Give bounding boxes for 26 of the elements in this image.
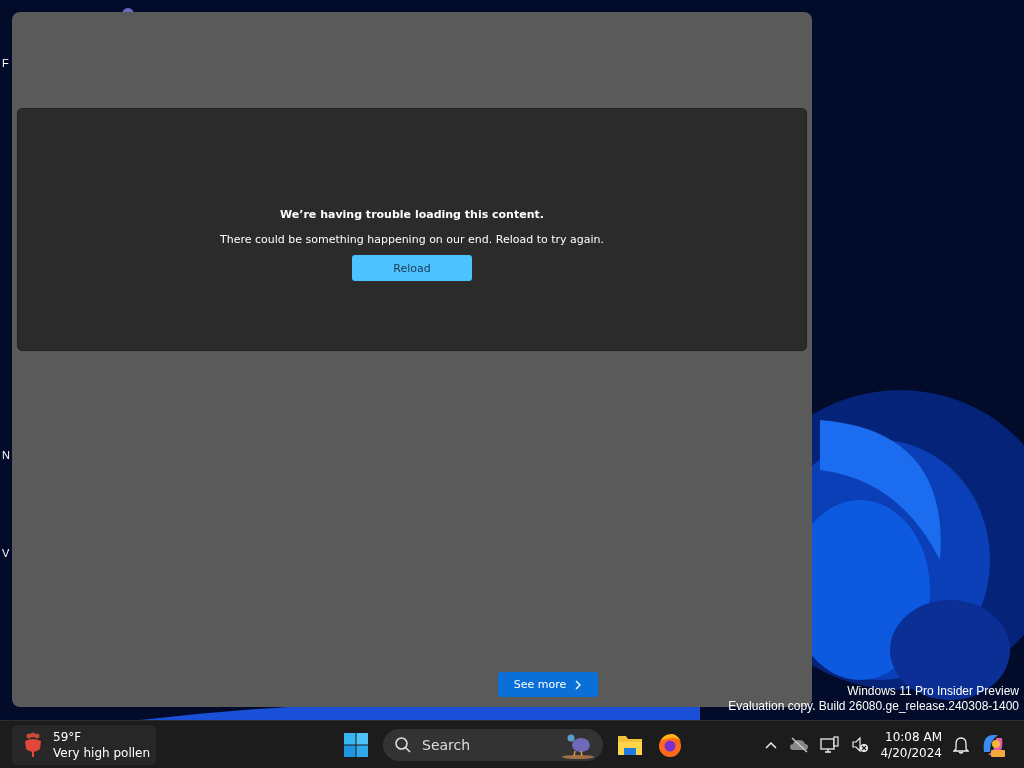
desktop-icon-label[interactable]: N [2,449,10,461]
weather-condition: Very high pollen [53,744,151,761]
clock-date: 4/20/2024 [880,744,942,761]
search-field[interactable]: Search [420,735,553,754]
weather-widget[interactable]: 59°F Very high pollen [12,724,156,765]
windows-start-icon[interactable] [343,731,369,758]
watermark-text: Windows 11 Pro Insider Preview [847,684,1019,699]
clock-time: 10:08 AM [885,728,942,745]
see-more-button[interactable]: See more [497,672,599,697]
network-icon[interactable] [820,735,841,754]
clock[interactable]: 10:08 AM 4/20/2024 [880,728,942,761]
search-icon [394,735,412,754]
search-bar[interactable]: Search [383,728,603,761]
desktop-icon-label[interactable]: V [2,547,10,559]
flower-icon [22,731,44,758]
cloud-off-icon[interactable] [789,736,810,753]
bell-icon[interactable] [953,735,969,754]
watermark-text: Evaluation copy. Build 26080.ge_release.240308-1400 [728,699,1019,714]
temperature-text: 59°F [53,728,83,745]
error-message: There could be something happening on our end. Reload to try again. [219,233,605,246]
chevron-right-icon [574,679,583,690]
desktop-icon-label[interactable]: F [2,57,9,69]
reload-button[interactable]: Reload [352,255,472,281]
chevron-up-icon[interactable] [764,739,779,750]
speaker-muted-icon[interactable] [851,735,870,754]
error-title: We’re having trouble loading this content. [280,208,544,221]
